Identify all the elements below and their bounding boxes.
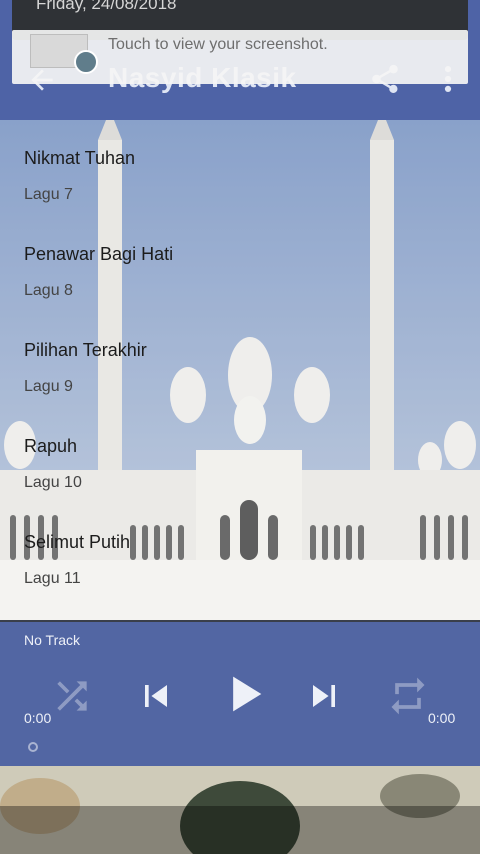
song-title: Rapuh xyxy=(24,436,78,456)
song-subtitle: Lagu 10 xyxy=(24,474,82,491)
song-title: Pilihan Terakhir xyxy=(24,340,147,360)
list-item[interactable]: Pilihan Terakhir Lagu 9 xyxy=(0,312,480,408)
elapsed-time: 0:00 xyxy=(24,710,52,726)
list-item[interactable]: Penawar Bagi Hati Lagu 8 xyxy=(0,216,480,312)
skip-next-icon[interactable] xyxy=(302,674,346,718)
song-subtitle: Lagu 8 xyxy=(24,282,73,299)
screenshot-notification[interactable]: Touch to view your screenshot. xyxy=(12,30,468,84)
song-subtitle: Lagu 11 xyxy=(24,570,81,587)
skip-previous-icon[interactable] xyxy=(134,674,178,718)
play-icon[interactable] xyxy=(218,668,270,720)
gallery-icon xyxy=(74,50,98,74)
song-subtitle: Lagu 9 xyxy=(24,378,73,395)
song-title: Penawar Bagi Hati xyxy=(24,244,174,264)
shuffle-icon[interactable] xyxy=(50,674,94,718)
music-player: No Track 0:00 0:00 xyxy=(0,622,480,766)
track-name: No Track xyxy=(24,632,81,648)
song-title: Selimut Putih xyxy=(24,532,131,552)
seek-slider[interactable] xyxy=(28,742,38,752)
song-subtitle: Lagu 7 xyxy=(24,186,73,203)
notification-date: Friday, 24/08/2018 xyxy=(36,0,177,13)
song-title: Nikmat Tuhan xyxy=(24,148,136,168)
decorative-banner-image xyxy=(0,766,480,854)
notification-message: Touch to view your screenshot. xyxy=(108,36,328,53)
list-item[interactable]: Rapuh Lagu 10 xyxy=(0,408,480,504)
list-item[interactable]: Nikmat Tuhan Lagu 7 xyxy=(0,120,480,216)
list-item[interactable]: Selimut Putih Lagu 11 xyxy=(0,504,480,600)
repeat-icon[interactable] xyxy=(386,674,430,718)
total-duration: 0:00 xyxy=(428,710,456,726)
song-list: Nikmat Tuhan Lagu 7 Penawar Bagi Hati La… xyxy=(0,120,480,600)
